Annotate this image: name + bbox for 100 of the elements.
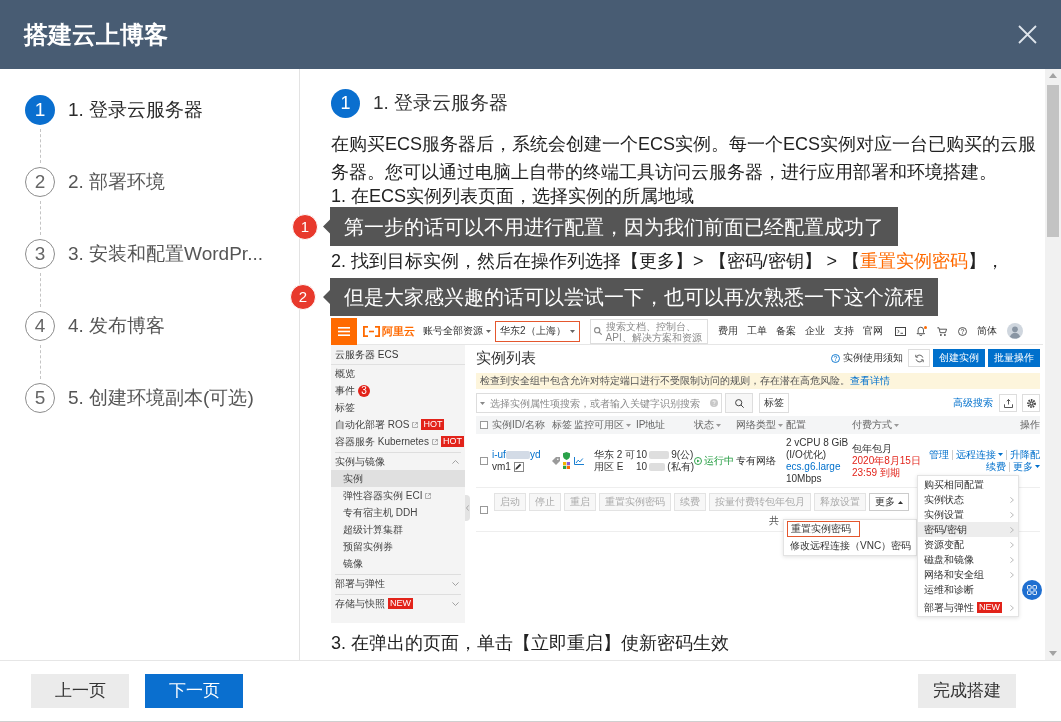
- finish-button[interactable]: 完成搭建: [918, 674, 1016, 708]
- instruction-text: 1. 在ECS实例列表页面，选择实例的所属地域: [331, 186, 695, 206]
- column-header[interactable]: 付费方式: [852, 419, 922, 431]
- help-link[interactable]: 实例使用须知: [831, 352, 903, 364]
- shield-icon: [563, 452, 570, 460]
- advanced-search-link[interactable]: 高级搜索: [953, 397, 993, 409]
- action-button[interactable]: 创建实例: [933, 349, 985, 367]
- help-circle-icon: [831, 353, 840, 363]
- scrollbar-track[interactable]: [1045, 69, 1061, 660]
- menu-item[interactable]: 运维和诊断: [918, 582, 1018, 597]
- bell-icon[interactable]: [915, 326, 927, 336]
- sidebar-item[interactable]: 超级计算集群: [331, 521, 465, 538]
- terminal-icon[interactable]: [894, 326, 906, 336]
- label-badge: HOT: [440, 436, 464, 447]
- step-label[interactable]: 1. 登录云服务器: [68, 95, 204, 125]
- sidebar-item[interactable]: 专有宿主机 DDH: [331, 504, 465, 521]
- search-button[interactable]: [725, 393, 753, 413]
- zone-text: 华东 2 可用区 E: [594, 448, 636, 473]
- menu-item[interactable]: 网络和安全组: [918, 567, 1018, 582]
- sidebar-group[interactable]: 部署与弹性: [331, 575, 465, 592]
- tag-button[interactable]: 标签: [759, 393, 789, 413]
- scroll-down-icon[interactable]: [1049, 651, 1057, 656]
- step-label[interactable]: 2. 部署环境: [68, 167, 166, 197]
- page-title: 实例列表: [476, 349, 536, 367]
- scroll-up-icon[interactable]: [1049, 73, 1057, 78]
- pager-button[interactable]: 上一页: [31, 674, 129, 708]
- cart-icon[interactable]: [936, 326, 948, 336]
- refresh-button[interactable]: [908, 349, 930, 367]
- sidebar-item[interactable]: 实例: [331, 470, 465, 487]
- top-nav-link[interactable]: 企业: [804, 325, 825, 337]
- note-tooltip: 第一步的话可以不用进行配置，因为我们前面已经配置成功了: [323, 207, 898, 246]
- submenu-item[interactable]: 修改远程连接（VNC）密码: [784, 538, 916, 554]
- help-icon[interactable]: [957, 326, 967, 336]
- column-header[interactable]: 网络类型: [736, 419, 786, 431]
- sidebar-item[interactable]: 镜像: [331, 555, 465, 572]
- top-nav-link[interactable]: 备案: [775, 325, 796, 337]
- sidebar-item[interactable]: 标签: [331, 399, 465, 416]
- close-button[interactable]: [1018, 25, 1037, 44]
- line-chart-icon[interactable]: [574, 456, 584, 465]
- step-label[interactable]: 3. 安装和配置WordPr...: [68, 239, 263, 269]
- top-nav-link[interactable]: 支持: [833, 325, 854, 337]
- top-nav-link[interactable]: 工单: [746, 325, 767, 337]
- select-all-checkbox[interactable]: [480, 421, 488, 429]
- edit-button[interactable]: [513, 461, 524, 472]
- apps-button[interactable]: [1022, 580, 1042, 600]
- bulk-checkbox[interactable]: [480, 505, 488, 514]
- step-label[interactable]: 5. 创建环境副本(可选): [68, 383, 254, 413]
- menu-item[interactable]: 密码/密钥: [918, 522, 1018, 537]
- language-link[interactable]: 简体: [976, 325, 997, 337]
- scrollbar-thumb[interactable]: [1047, 85, 1059, 237]
- collapse-handle[interactable]: [465, 495, 470, 521]
- sidebar-item[interactable]: 事件 3: [331, 382, 465, 399]
- submenu-item[interactable]: 重置实例密码: [787, 521, 860, 537]
- instance-id-link[interactable]: i-uf yd: [492, 448, 541, 461]
- operation-link[interactable]: 更多: [1009, 461, 1040, 472]
- row-checkbox[interactable]: [480, 456, 488, 465]
- intro-paragraph: 在购买ECS服务器后，系统会创建一个ECS实例。每一个ECS实例对应一台已购买的云服务器。您可以通过电脑上自带的终端工具访问云服务器，进行应用部署和环境搭建。: [331, 133, 1038, 184]
- menu-item[interactable]: 购买相同配置: [918, 477, 1018, 492]
- upload-button[interactable]: [999, 394, 1017, 412]
- action-button[interactable]: 批量操作: [988, 349, 1040, 367]
- account-menu[interactable]: 账号全部资源: [423, 325, 491, 337]
- operation-link[interactable]: 续费: [986, 460, 1006, 473]
- sidebar-item[interactable]: 概览: [331, 365, 465, 382]
- menu-item[interactable]: 资源变配: [918, 537, 1018, 552]
- sidebar-item[interactable]: 预留实例券: [331, 538, 465, 555]
- menu-icon: [338, 326, 350, 336]
- network-type-text: 专有网络: [736, 454, 777, 467]
- sidebar-item[interactable]: 自动化部署 ROS HOT: [331, 416, 465, 433]
- bandwidth-text: 10Mbps: [786, 472, 823, 485]
- menu-item[interactable]: 实例设置: [918, 507, 1018, 522]
- region-select[interactable]: 华东2（上海）: [495, 320, 580, 342]
- details-link[interactable]: 查看详情: [850, 375, 890, 386]
- column-header[interactable]: 可用区: [594, 419, 636, 431]
- ip-text: 10: [636, 448, 648, 461]
- menu-button[interactable]: [331, 318, 357, 345]
- sidebar-group[interactable]: 实例与镜像: [331, 453, 465, 470]
- column-header: 标签: [552, 419, 573, 431]
- sidebar-group[interactable]: 存储与快照 NEW: [331, 595, 465, 612]
- column-header[interactable]: 状态: [694, 419, 736, 431]
- pager-button[interactable]: 下一页: [145, 674, 243, 708]
- settings-button[interactable]: [1022, 394, 1040, 412]
- caret-down-icon: [480, 402, 485, 405]
- top-nav-link[interactable]: 费用: [717, 325, 738, 337]
- bulk-action-button[interactable]: 更多: [869, 493, 909, 511]
- menu-item[interactable]: 部署与弹性 NEW: [918, 600, 1018, 615]
- sidebar-item[interactable]: 容器服务 Kubernetes HOT: [331, 433, 465, 450]
- operation-link[interactable]: 管理: [929, 448, 949, 461]
- menu-item[interactable]: 实例状态: [918, 492, 1018, 507]
- top-nav-link[interactable]: 官网: [862, 325, 883, 337]
- column-header: 实例ID/名称: [492, 419, 546, 431]
- instance-type-link[interactable]: ecs.g6.large: [786, 460, 841, 472]
- operation-link[interactable]: 远程连接: [952, 449, 1003, 460]
- filter-search-field[interactable]: 选择实例属性项搜索，或者输入关键字识别搜索: [476, 393, 722, 413]
- step-label[interactable]: 4. 发布博客: [68, 311, 166, 341]
- sidebar-item[interactable]: 弹性容器实例 ECI: [331, 487, 465, 504]
- menu-item[interactable]: 磁盘和镜像: [918, 552, 1018, 567]
- avatar-icon[interactable]: [1006, 323, 1023, 339]
- column-header: IP地址: [636, 419, 667, 431]
- search-field[interactable]: 搜索文档、控制台、API、解决方案和资源: [589, 318, 708, 344]
- operation-link[interactable]: 升降配: [1006, 449, 1040, 460]
